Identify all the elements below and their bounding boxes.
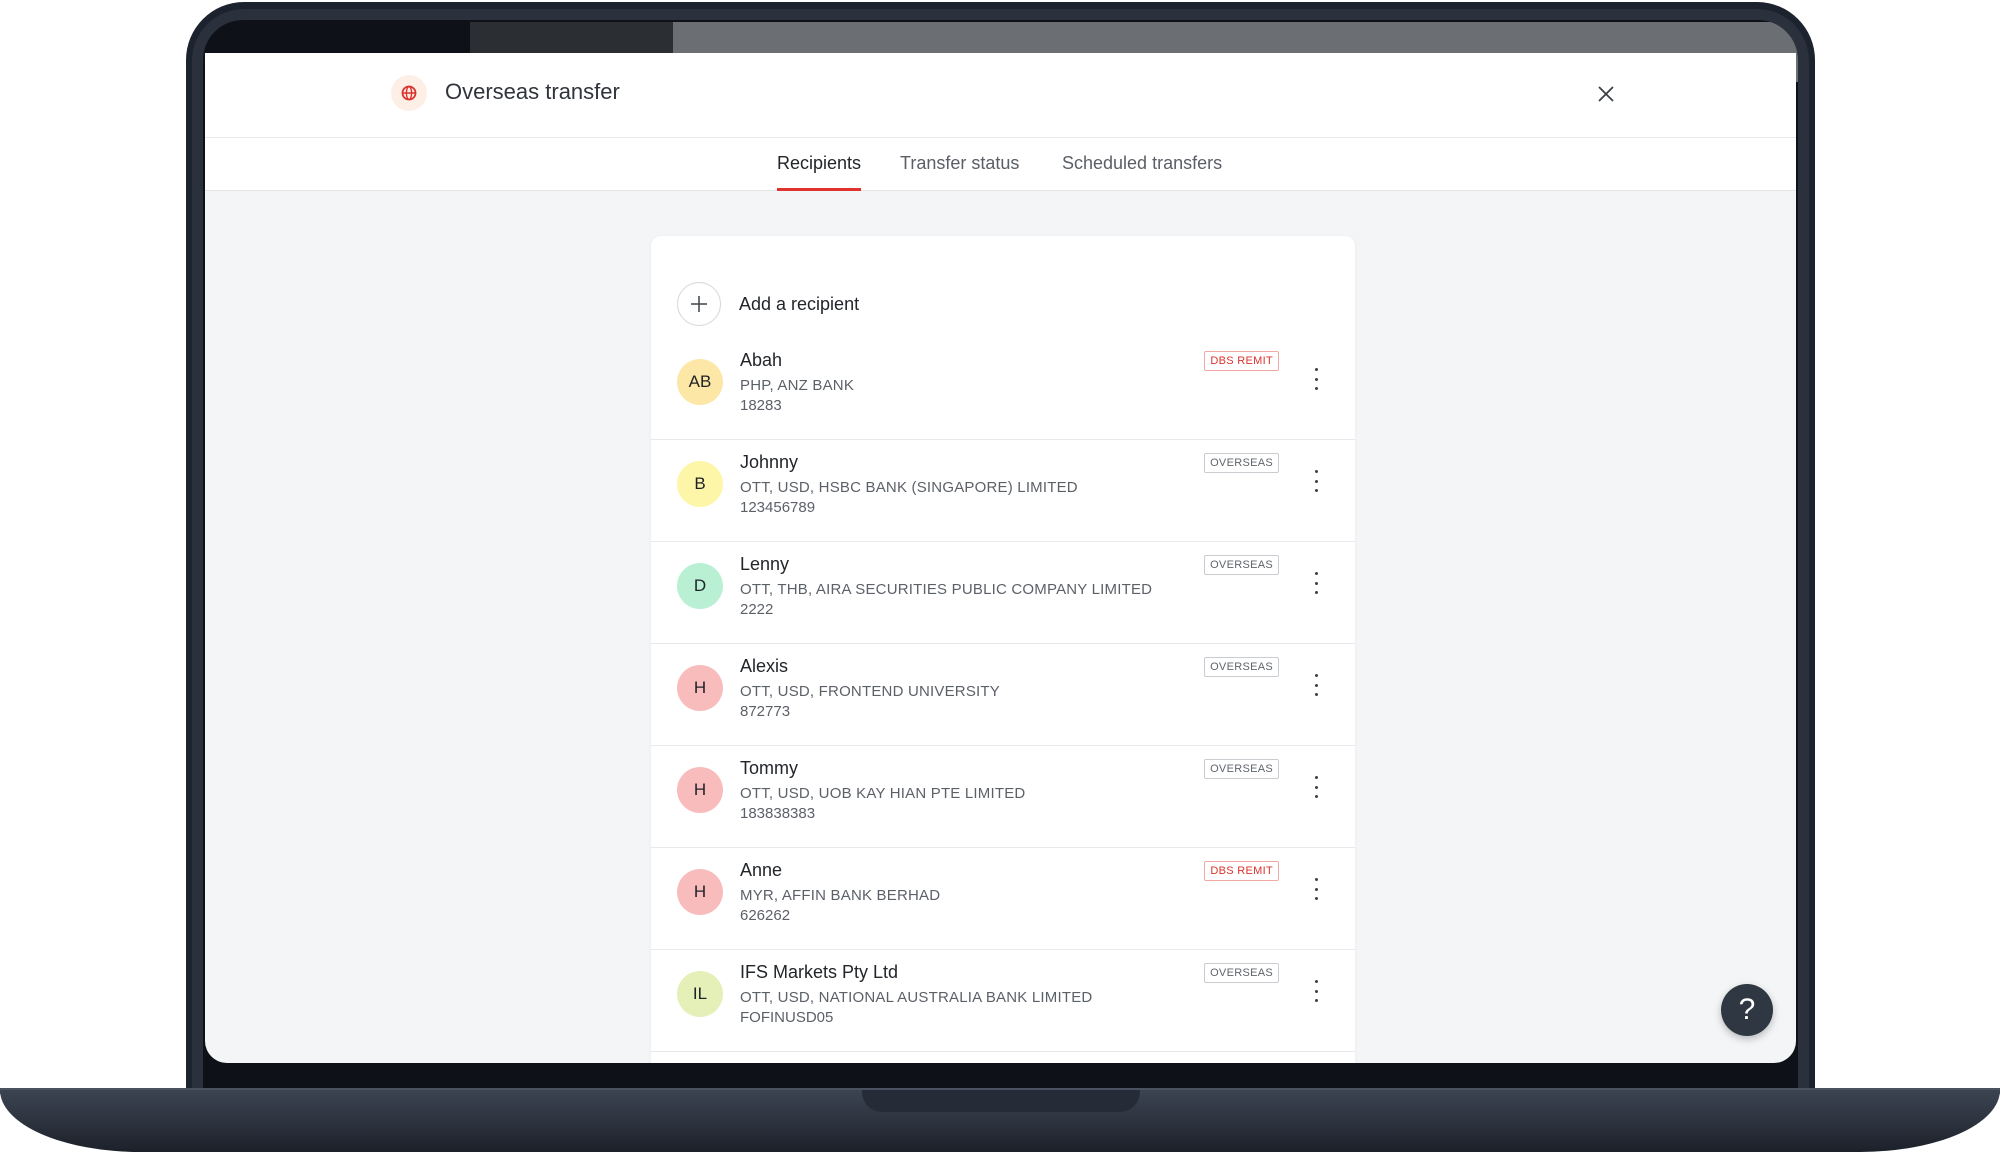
close-icon <box>1598 86 1614 102</box>
more-options-icon[interactable] <box>1311 674 1321 696</box>
plus-icon <box>677 282 721 326</box>
recipient-name: Alexis <box>740 656 789 676</box>
recipient-row[interactable]: IL IFS Markets Pty Ltd OTT, USD, NATIONAL … <box>651 950 1355 1052</box>
recipient-row[interactable]: B Johnny OTT, USD, HSBC BANK (SINGAPORE) L… <box>651 440 1355 542</box>
help-button[interactable]: ? <box>1721 984 1773 1036</box>
recipient-account-number: 2222 <box>740 601 774 618</box>
laptop-notch <box>862 1090 1140 1112</box>
recipient-account-number: FOFINUSD05 <box>740 1009 834 1026</box>
recipient-name: Abah <box>740 350 783 370</box>
recipient-bank-detail: OTT, USD, UOB KAY HIAN PTE LIMITED <box>740 785 1026 802</box>
transfer-type-badge: OVERSEAS <box>1204 657 1279 677</box>
transfer-type-badge: OVERSEAS <box>1204 453 1279 473</box>
recipient-account-number: 123456789 <box>740 499 816 516</box>
recipient-row[interactable]: AB Abah PHP, ANZ BANK 18283 DBS REMIT <box>651 338 1355 440</box>
more-options-icon[interactable] <box>1311 572 1321 594</box>
avatar: H <box>677 767 723 813</box>
help-icon: ? <box>1738 993 1756 1026</box>
transfer-type-badge: OVERSEAS <box>1204 963 1279 983</box>
tab-recipients[interactable]: Recipients <box>777 138 862 191</box>
recipient-account-number: 872773 <box>740 703 791 720</box>
globe-icon <box>391 75 427 111</box>
recipient-bank-detail: OTT, USD, HSBC BANK (SINGAPORE) LIMITED <box>740 479 1078 496</box>
recipient-name: Johnny <box>740 452 799 472</box>
tab-scheduled-transfers[interactable]: Scheduled transfers <box>1062 138 1222 191</box>
page-title: Overseas transfer <box>445 79 620 104</box>
recipient-bank-detail: OTT, USD, NATIONAL AUSTRALIA BANK LIMITE… <box>740 989 1093 1006</box>
recipient-bank-detail: MYR, AFFIN BANK BERHAD <box>740 887 941 904</box>
avatar: AB <box>677 359 723 405</box>
recipient-row[interactable]: H Anne MYR, AFFIN BANK BERHAD 626262 DBS REM… <box>651 848 1355 950</box>
recipient-name: IFS Markets Pty Ltd <box>740 962 899 982</box>
add-recipient-button[interactable]: Add a recipient <box>677 281 859 327</box>
recipients-card: Add a recipient AB Abah PHP, ANZ BANK 18283… <box>651 236 1355 1063</box>
recipient-account-number: 18283 <box>740 397 782 414</box>
avatar: H <box>677 665 723 711</box>
recipient-account-number: 626262 <box>740 907 791 924</box>
app-header: Overseas transfer <box>205 53 1796 138</box>
transfer-type-badge: OVERSEAS <box>1204 759 1279 779</box>
recipient-row[interactable]: D Lenny OTT, THB, AIRA SECURITIES PUBLIC C… <box>651 542 1355 644</box>
recipient-bank-detail: PHP, ANZ BANK <box>740 377 855 394</box>
app-window: Overseas transfer Recipients Transfer st… <box>205 53 1796 1063</box>
recipient-name: Lenny <box>740 554 790 574</box>
recipient-row[interactable]: H Tommy OTT, USD, UOB KAY HIAN PTE LIMITED… <box>651 746 1355 848</box>
more-options-icon[interactable] <box>1311 980 1321 1002</box>
recipient-name: Tommy <box>740 758 798 778</box>
more-options-icon[interactable] <box>1311 878 1321 900</box>
transfer-type-badge: OVERSEAS <box>1204 555 1279 575</box>
recipient-name: Anne <box>740 860 783 880</box>
tab-transfer-status[interactable]: Transfer status <box>900 138 1019 191</box>
avatar: IL <box>677 971 723 1017</box>
tab-bar: Recipients Transfer status Scheduled tra… <box>205 138 1796 191</box>
avatar: H <box>677 869 723 915</box>
close-button[interactable] <box>1591 79 1621 109</box>
more-options-icon[interactable] <box>1311 776 1321 798</box>
avatar: B <box>677 461 723 507</box>
recipient-row[interactable]: H Alexis OTT, USD, FRONTEND UNIVERSITY 8727… <box>651 644 1355 746</box>
avatar: D <box>677 563 723 609</box>
recipient-account-number: 183838383 <box>740 805 816 822</box>
add-recipient-label: Add a recipient <box>739 293 860 314</box>
transfer-type-badge: DBS REMIT <box>1204 861 1279 881</box>
more-options-icon[interactable] <box>1311 368 1321 390</box>
recipient-bank-detail: OTT, USD, FRONTEND UNIVERSITY <box>740 683 1000 700</box>
more-options-icon[interactable] <box>1311 470 1321 492</box>
recipient-bank-detail: OTT, THB, AIRA SECURITIES PUBLIC COMPANY… <box>740 581 1153 598</box>
transfer-type-badge: DBS REMIT <box>1204 351 1279 371</box>
